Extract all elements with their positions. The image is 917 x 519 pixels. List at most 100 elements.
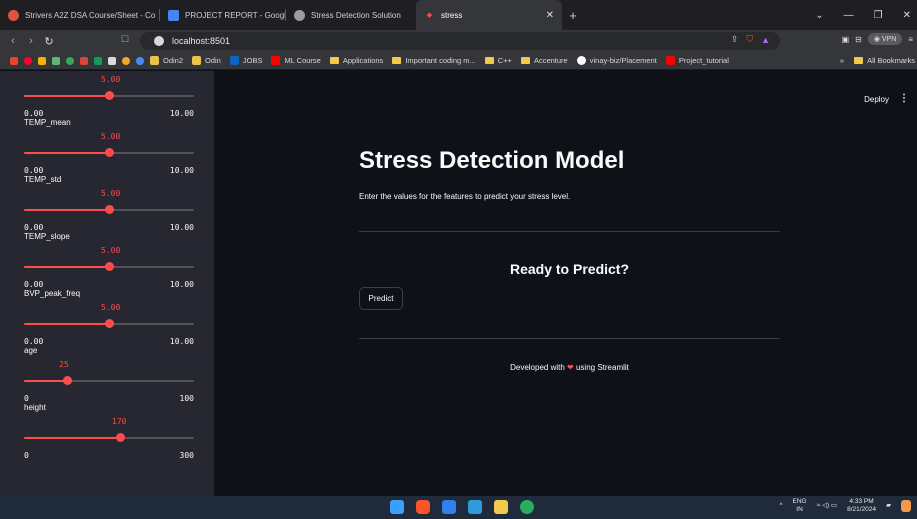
- forward-icon[interactable]: ›: [22, 35, 40, 47]
- slider-fill: [24, 437, 120, 439]
- bookmark-accenture[interactable]: Accenture: [520, 56, 568, 65]
- clock[interactable]: 4:33 PM 8/21/2024: [847, 498, 876, 514]
- copilot-icon[interactable]: [901, 500, 911, 512]
- sidebar-toggle-icon[interactable]: ▣: [842, 35, 850, 44]
- gmail-icon[interactable]: [10, 56, 18, 65]
- streamlit-favicon-icon: ◆: [426, 12, 433, 19]
- footer-suffix: using Streamlit: [575, 363, 629, 372]
- bookmark-odin2[interactable]: Odin2: [150, 56, 183, 65]
- close-tab-icon[interactable]: ✕: [546, 10, 554, 21]
- network-volume-battery-icon[interactable]: ≈ ◁) ▭: [817, 502, 837, 510]
- menu-icon[interactable]: ≡: [908, 35, 913, 44]
- tab-stress-detection-solution[interactable]: Stress Detection Solution: [286, 0, 416, 30]
- slider-track[interactable]: [24, 376, 194, 385]
- todo-icon[interactable]: [468, 500, 482, 514]
- bookmark-label: vinay-biz/Placement: [589, 56, 657, 65]
- tab-project-report[interactable]: PROJECT REPORT - Google Docs: [160, 0, 286, 30]
- youtube-studio-icon[interactable]: [80, 56, 88, 65]
- drive-icon[interactable]: [94, 56, 102, 65]
- vscode-icon[interactable]: [442, 500, 456, 514]
- new-tab-button[interactable]: +: [562, 8, 584, 23]
- slider-track[interactable]: [24, 319, 194, 328]
- folder-icon: [484, 57, 494, 64]
- vpn-label: VPN: [881, 36, 897, 43]
- minimize-icon[interactable]: —: [844, 10, 854, 21]
- slider-thumb[interactable]: [105, 148, 114, 157]
- slider-label: TEMP_slope: [24, 232, 70, 241]
- chatgpt-icon[interactable]: [108, 56, 116, 65]
- bookmark-jobs[interactable]: JOBS: [229, 56, 263, 65]
- all-bookmarks-button[interactable]: All Bookmarks: [854, 56, 915, 65]
- tab-search-icon[interactable]: ⌄: [815, 10, 823, 21]
- address-input[interactable]: localhost:8501 ⇪ ⛉ ▲: [140, 32, 780, 50]
- deploy-button[interactable]: Deploy: [864, 95, 889, 104]
- slider-track[interactable]: [24, 433, 194, 442]
- toolbar-right: ▣ ⊟ ◉ VPN ≡: [842, 33, 913, 45]
- slider-min: 0: [24, 451, 29, 460]
- whatsapp-icon[interactable]: [520, 500, 534, 514]
- wallet-icon[interactable]: ⊟: [855, 35, 862, 44]
- brave-rewards-icon[interactable]: ▲: [761, 35, 770, 45]
- slider-track[interactable]: [24, 148, 194, 157]
- slider-value: 5.00: [101, 189, 121, 198]
- windows-start-icon[interactable]: [390, 500, 404, 514]
- youtube-icon[interactable]: [24, 56, 32, 65]
- file-explorer-icon[interactable]: [494, 500, 508, 514]
- back-icon[interactable]: ‹: [4, 35, 22, 47]
- bookmark-placement[interactable]: vinay-biz/Placement: [576, 56, 657, 65]
- tab-strivers[interactable]: Strivers A2Z DSA Course/Sheet - Co: [0, 0, 160, 30]
- reload-icon[interactable]: ↻: [40, 35, 58, 48]
- bookmark-odin[interactable]: Odin: [192, 56, 221, 65]
- slider-min: 0.00: [24, 223, 44, 232]
- restore-icon[interactable]: ❐: [874, 10, 883, 21]
- slider-track[interactable]: [24, 262, 194, 271]
- site-info-icon[interactable]: [154, 36, 164, 46]
- slider-thumb[interactable]: [63, 376, 72, 385]
- tab-stress[interactable]: ◆ stress ✕: [416, 0, 562, 30]
- slider-fill: [24, 266, 109, 268]
- slider-thumb[interactable]: [105, 262, 114, 271]
- slider-track[interactable]: [24, 91, 194, 100]
- bookmarks-bar: Odin2 Odin JOBS ML Course Applications I…: [0, 52, 917, 70]
- slider-thumb[interactable]: [105, 319, 114, 328]
- tab-title: Strivers A2Z DSA Course/Sheet - Co: [25, 10, 156, 20]
- share-icon[interactable]: ⇪: [731, 34, 739, 45]
- slider-thumb[interactable]: [105, 205, 114, 214]
- folder-icon: [520, 57, 530, 64]
- bookmark-label: JOBS: [242, 56, 263, 65]
- brave-shields-icon[interactable]: ⛉: [746, 34, 753, 45]
- main-menu-icon[interactable]: ⋮: [899, 93, 909, 104]
- tab-title: stress: [441, 10, 463, 20]
- slider-thumb[interactable]: [116, 433, 125, 442]
- analytics-icon[interactable]: [52, 56, 60, 65]
- slider-max: 10.00: [169, 223, 194, 232]
- main-content: Deploy ⋮ Stress Detection Model Enter th…: [214, 71, 917, 496]
- tab-title: Stress Detection Solution: [311, 10, 401, 20]
- bookmarks-overflow-button[interactable]: »: [840, 56, 844, 65]
- codechef-icon[interactable]: [136, 56, 144, 65]
- close-window-icon[interactable]: ✕: [903, 10, 911, 21]
- clock-date: 8/21/2024: [847, 506, 876, 513]
- taskbar-apps: [390, 500, 534, 514]
- slider-fill: [24, 209, 109, 211]
- notifications-icon[interactable]: ▰: [886, 502, 891, 510]
- slider-fill: [24, 152, 109, 154]
- language-indicator[interactable]: ENG IN: [793, 498, 807, 514]
- whatsapp-icon[interactable]: [66, 56, 74, 65]
- bookmark-important-coding[interactable]: Important coding m...: [392, 56, 476, 65]
- bookmark-ml-course[interactable]: ML Course: [271, 56, 321, 65]
- odin2-icon: [150, 56, 159, 65]
- leetcode-icon[interactable]: [122, 56, 130, 65]
- predict-button[interactable]: Predict: [359, 287, 403, 310]
- slider-value: 5.00: [101, 132, 121, 141]
- tray-overflow-icon[interactable]: ^: [779, 502, 782, 510]
- slider-thumb[interactable]: [105, 91, 114, 100]
- bookmark-applications[interactable]: Applications: [329, 56, 383, 65]
- bookmark-page-icon[interactable]: ☐: [116, 34, 134, 45]
- bookmark-cpp[interactable]: C++: [484, 56, 512, 65]
- bookmark-project-tutorial[interactable]: Project_tutorial: [665, 56, 729, 65]
- vpn-button[interactable]: ◉ VPN: [867, 33, 903, 45]
- pinterest-icon[interactable]: [38, 56, 46, 65]
- slider-track[interactable]: [24, 205, 194, 214]
- brave-browser-icon[interactable]: [416, 500, 430, 514]
